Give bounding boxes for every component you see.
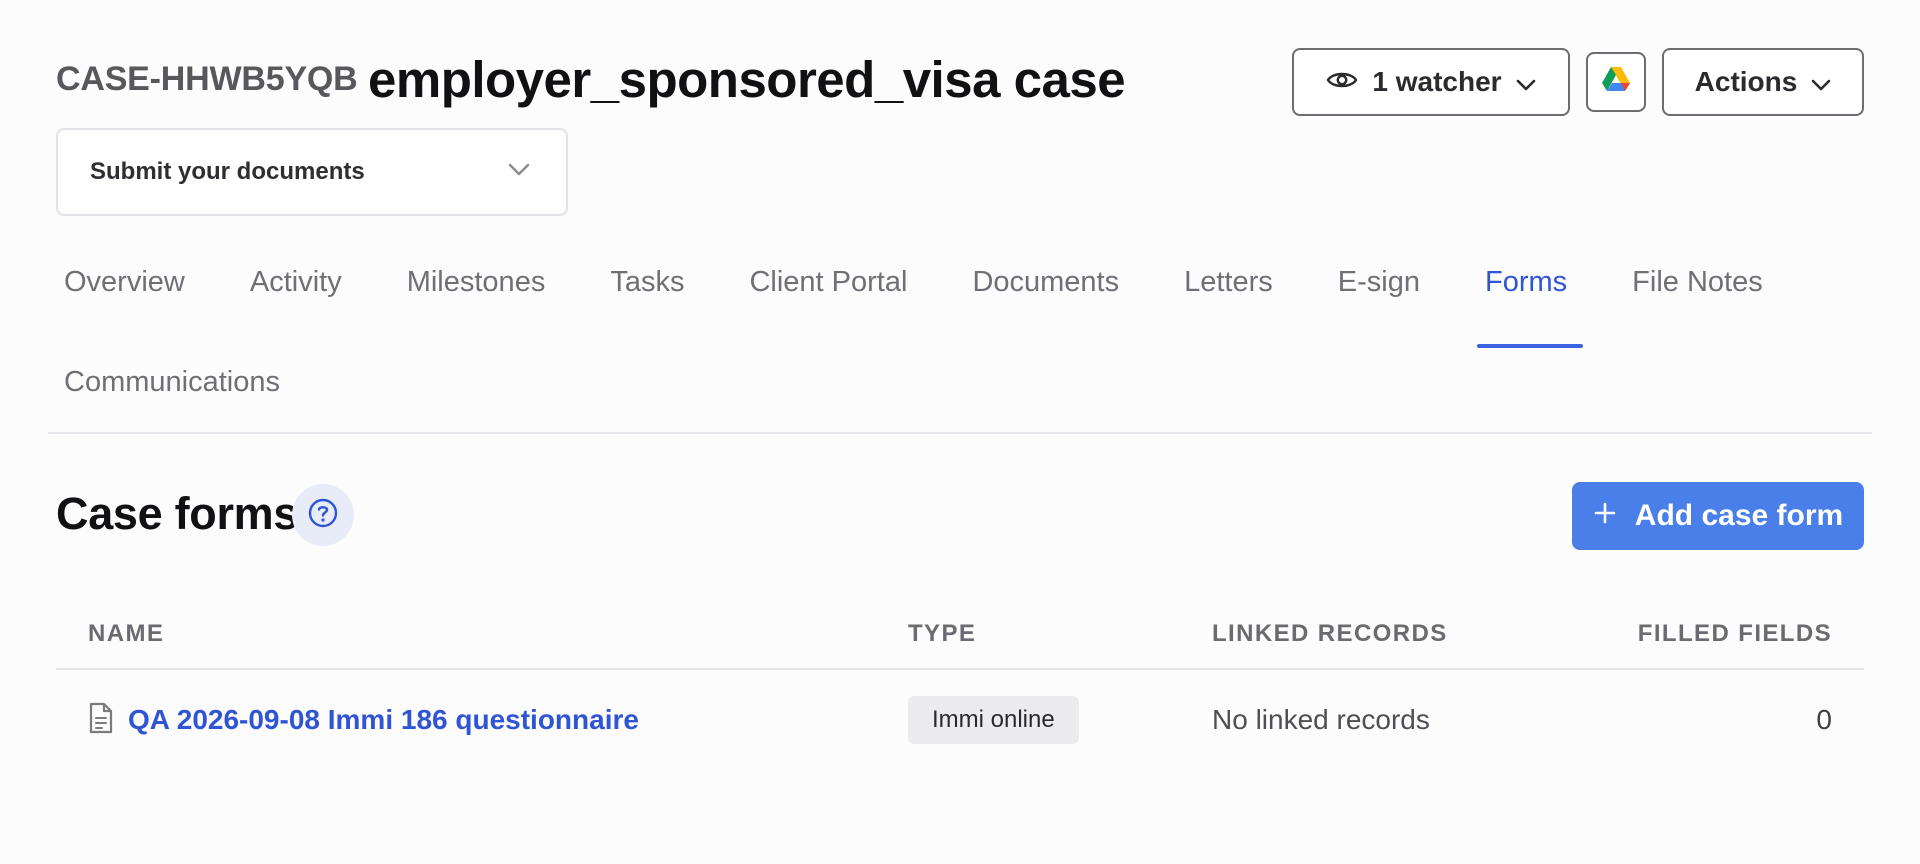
header-actions: 1 watcher Actions [1292, 48, 1864, 116]
tab-letters[interactable]: Letters [1168, 248, 1289, 348]
column-header-linked-records[interactable]: LINKED RECORDS [1212, 620, 1448, 648]
column-header-type[interactable]: TYPE [908, 620, 976, 648]
case-title: employer_sponsored_visa case [368, 51, 1126, 108]
column-header-name[interactable]: NAME [88, 620, 164, 648]
chevron-down-icon [1811, 66, 1831, 98]
watchers-label: 1 watcher [1372, 66, 1502, 97]
linked-records-cell: No linked records [1212, 670, 1430, 770]
tab-file-notes[interactable]: File Notes [1616, 248, 1779, 348]
google-drive-icon [1601, 66, 1631, 99]
watchers-button[interactable]: 1 watcher [1292, 48, 1570, 116]
question-circle-icon [307, 497, 339, 534]
case-page: CASE-HHWB5YQB employer_sponsored_visa ca… [0, 0, 1920, 864]
linked-records-value: No linked records [1212, 704, 1430, 735]
plus-icon [1593, 499, 1617, 533]
tabs-divider [48, 432, 1872, 434]
tab-row: Communications [48, 348, 1872, 450]
filled-fields-value: 0 [1816, 704, 1832, 735]
tab-tasks[interactable]: Tasks [594, 248, 700, 348]
name-cell: QA 2026-09-08 Immi 186 questionnaire [88, 670, 639, 770]
help-button[interactable] [292, 484, 354, 546]
filled-fields-cell: 0 [1816, 670, 1832, 770]
add-case-form-button[interactable]: Add case form [1572, 482, 1864, 550]
google-drive-button[interactable] [1586, 52, 1646, 112]
tab-activity[interactable]: Activity [234, 248, 358, 348]
type-badge: Immi online [908, 696, 1079, 744]
form-name-link[interactable]: QA 2026-09-08 Immi 186 questionnaire [128, 704, 639, 736]
section-title: Case forms [56, 488, 299, 539]
case-tabs: Overview Activity Milestones Tasks Clien… [48, 248, 1872, 450]
table-row[interactable]: QA 2026-09-08 Immi 186 questionnaire Imm… [56, 670, 1864, 770]
tab-communications[interactable]: Communications [48, 348, 296, 450]
tab-e-sign[interactable]: E-sign [1322, 248, 1436, 348]
tab-milestones[interactable]: Milestones [391, 248, 562, 348]
case-id: CASE-HHWB5YQB [56, 60, 358, 98]
eye-icon [1326, 66, 1358, 98]
tab-forms[interactable]: Forms [1469, 248, 1584, 348]
case-status-select[interactable]: Submit your documents [56, 128, 568, 216]
chevron-down-icon [1516, 66, 1536, 98]
case-status-value: Submit your documents [90, 158, 365, 185]
table-header: NAME TYPE LINKED RECORDS FILLED FIELDS [56, 600, 1864, 670]
tab-overview[interactable]: Overview [48, 248, 201, 348]
actions-button[interactable]: Actions [1662, 48, 1864, 116]
document-icon [88, 702, 114, 739]
tab-documents[interactable]: Documents [956, 248, 1135, 348]
column-header-filled-fields[interactable]: FILLED FIELDS [1638, 620, 1832, 648]
case-forms-table: NAME TYPE LINKED RECORDS FILLED FIELDS Q… [56, 600, 1864, 770]
tab-client-portal[interactable]: Client Portal [733, 248, 923, 348]
tab-row: Overview Activity Milestones Tasks Clien… [48, 248, 1872, 348]
chevron-down-icon [508, 163, 530, 181]
actions-label: Actions [1694, 66, 1798, 97]
type-cell: Immi online [908, 670, 1079, 770]
add-case-form-label: Add case form [1634, 499, 1844, 532]
